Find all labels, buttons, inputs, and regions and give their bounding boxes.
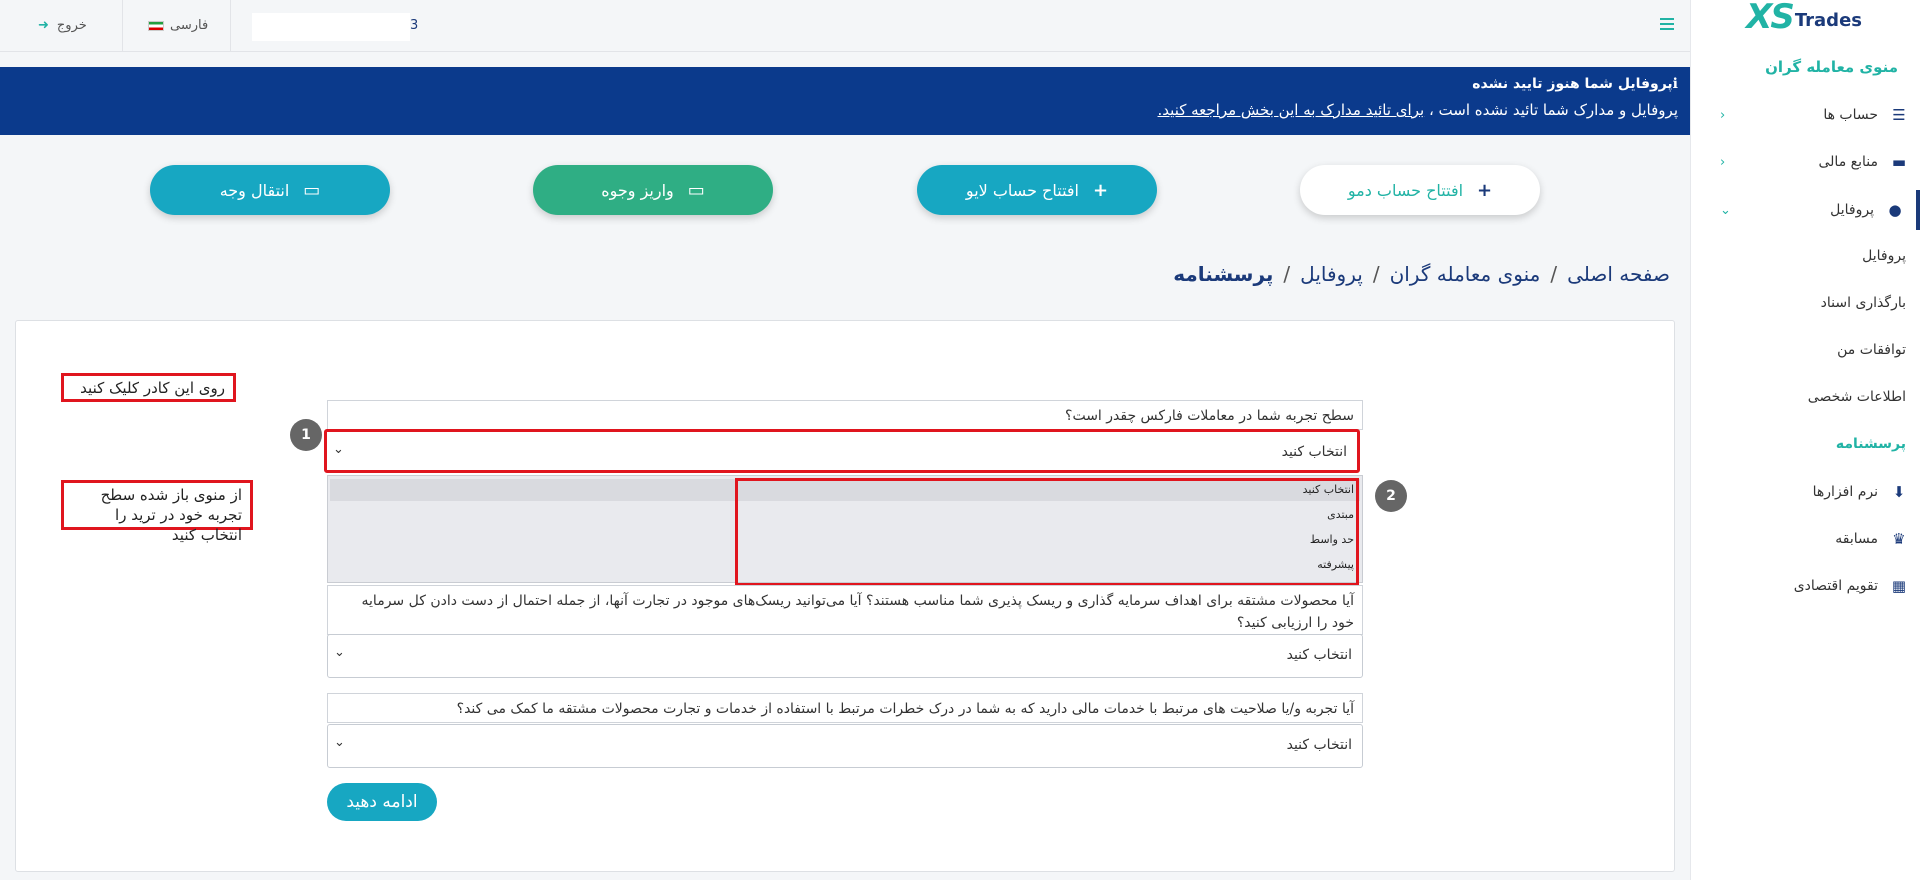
deposit-funds-button[interactable]: ▭ واریز وجوه [533,165,773,215]
sidebar-sub-personal-info[interactable]: اطلاعات شخصی [1808,389,1906,405]
transfer-funds-button[interactable]: ▭ انتقال وجه [150,165,390,215]
sidebar-sub-questionnaire[interactable]: پرسشنامه [1836,436,1906,452]
open-live-account-button[interactable]: + افتتاح حساب لایو [917,165,1157,215]
annotation-step2: از منوی باز شده سطح تجربه خود در ترید را… [61,480,253,544]
question-1-select[interactable]: انتخاب کنید ⌄ [324,429,1360,473]
user-name-redacted [252,13,410,41]
user-icon: ● [1888,201,1902,219]
plus-icon: + [1477,179,1493,201]
download-icon: ⬇ [1892,483,1906,501]
question-1-label: سطح تجربه شما در معاملات فارکس چقدر است؟ [327,400,1363,430]
chevron-left-icon: ‹ [1720,107,1726,123]
sidebar-sub-agreements[interactable]: توافقات من [1837,342,1906,358]
sidebar-item-economic-calendar[interactable]: ▦ تقویم اقتصادی [1690,566,1920,606]
breadcrumb-profile[interactable]: پروفایل [1300,262,1363,286]
language-label: فارسی [170,18,209,33]
wallet-icon: ▬ [1891,153,1907,171]
sidebar-item-software[interactable]: ⬇ نرم افزارها [1690,472,1920,512]
banner-text: پروفایل و مدارک شما تائید نشده است ، برا… [1157,101,1678,119]
sidebar: XS Trades منوی معامله گران ☰ حساب ها ‹ ▬… [1690,0,1920,880]
credit-card-icon: ▭ [303,179,321,201]
chevron-left-icon: ‹ [1720,154,1726,170]
question-2-label: آیا محصولات مشتقه برای اهداف سرمایه گذار… [327,585,1363,635]
divider [122,0,123,52]
xs-trades-logo[interactable]: XS Trades [1746,0,1862,34]
step-badge-2: 2 [1375,480,1407,512]
sidebar-item-funds[interactable]: ▬ منابع مالی ‹ [1690,142,1920,182]
credit-card-icon: ▭ [687,179,705,201]
user-id: 3 [410,18,419,33]
chevron-down-icon: ⌄ [334,645,345,660]
traders-menu-title: منوی معامله گران [1765,58,1898,76]
chevron-down-icon: ⌄ [1720,202,1731,218]
question-3-select[interactable]: انتخاب کنید ⌄ [327,724,1363,768]
step-badge-1: 1 [290,419,322,451]
dropdown-annotation-frame [735,478,1359,586]
sidebar-item-profile[interactable]: ● پروفایل ⌄ [1690,190,1920,230]
verify-documents-link[interactable]: برای تائید مدارک به این بخش مراجعه کنید. [1158,101,1425,119]
breadcrumb-current: پرسشنامه [1173,262,1274,286]
sidebar-item-accounts[interactable]: ☰ حساب ها ‹ [1690,95,1920,135]
question-3-label: آیا تجربه و/یا صلاحیت های مرتبط با خدمات… [327,693,1363,723]
trophy-icon: ♛ [1892,530,1906,548]
logout-label: خروج [56,18,87,33]
profile-unverified-banner: ℹپروفایل شما هنوز تایید نشده پروفایل و م… [0,67,1690,135]
logout-icon: ➜ [38,18,49,33]
language-selector[interactable]: فارسی [148,18,208,33]
sidebar-sub-profile[interactable]: پروفایل [1862,248,1906,264]
plus-icon: + [1093,179,1109,201]
breadcrumb-traders-menu[interactable]: منوی معامله گران [1390,262,1541,286]
chevron-down-icon: ⌄ [333,442,344,457]
chevron-down-icon: ⌄ [334,735,345,750]
logout-button[interactable]: ➜ خروج [38,18,87,33]
sidebar-sub-upload-documents[interactable]: بارگذاری اسناد [1821,295,1906,311]
breadcrumb-home[interactable]: صفحه اصلی [1567,262,1670,286]
sidebar-item-contest[interactable]: ♛ مسابقه [1690,519,1920,559]
annotation-step1: روی این کادر کلیک کنید [61,373,236,402]
question-2-select[interactable]: انتخاب کنید ⌄ [327,634,1363,678]
divider [230,0,231,52]
menu-toggle-icon[interactable] [1660,18,1674,33]
iran-flag-icon [148,20,164,31]
continue-button[interactable]: ادامه دهید [327,783,437,821]
banner-title: ℹپروفایل شما هنوز تایید نشده [1472,76,1678,92]
top-bar: ➜ خروج فارسی 3 [0,0,1690,52]
list-icon: ☰ [1892,106,1906,124]
breadcrumb: صفحه اصلی / منوی معامله گران / پروفایل /… [1173,262,1670,286]
calendar-icon: ▦ [1891,577,1907,595]
open-demo-account-button[interactable]: + افتتاح حساب دمو [1300,165,1540,215]
